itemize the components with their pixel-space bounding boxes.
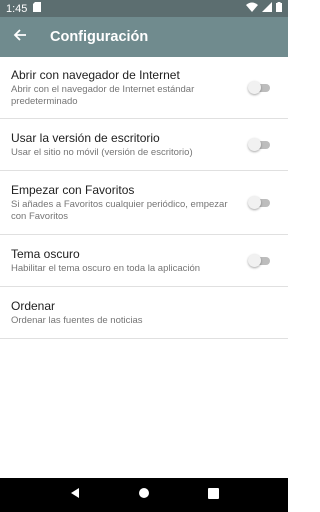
arrow-back-icon (13, 28, 27, 47)
nav-back-button[interactable] (63, 483, 87, 507)
open-browser-toggle[interactable] (248, 80, 270, 94)
toggle-thumb (248, 253, 261, 267)
toggle-thumb (248, 195, 261, 209)
start-favorites-toggle[interactable] (248, 195, 270, 209)
setting-desktop-version[interactable]: Usar la versión de escritorio Usar el si… (0, 119, 288, 171)
setting-summary: Usar el sitio no móvil (versión de escri… (11, 146, 193, 158)
setting-dark-theme[interactable]: Tema oscuro Habilitar el tema oscuro en … (0, 235, 288, 287)
status-bar: 1:45 (0, 0, 288, 17)
setting-summary: Ordenar las fuentes de noticias (11, 314, 143, 326)
setting-title: Ordenar (11, 298, 56, 313)
navigation-bar (0, 478, 288, 512)
setting-title: Empezar con Favoritos (11, 182, 135, 197)
home-circle-icon (138, 486, 150, 504)
page-title: Configuración (50, 29, 149, 45)
nav-home-button[interactable] (132, 483, 156, 507)
status-time: 1:45 (6, 2, 28, 15)
setting-title: Tema oscuro (11, 246, 80, 261)
desktop-version-toggle[interactable] (248, 137, 270, 151)
setting-summary: Habilitar el tema oscuro en toda la apli… (11, 262, 201, 274)
wifi-icon (246, 2, 258, 15)
setting-title: Usar la versión de escritorio (11, 130, 160, 145)
toggle-thumb (248, 80, 261, 94)
app-bar: Configuración (0, 17, 288, 57)
triangle-back-icon (69, 486, 81, 504)
sd-card-icon (33, 2, 42, 15)
toggle-thumb (248, 137, 261, 151)
setting-open-browser[interactable]: Abrir con navegador de Internet Abrir co… (0, 57, 288, 119)
battery-icon (276, 2, 282, 15)
setting-sort-sources[interactable]: Ordenar Ordenar las fuentes de noticias (0, 287, 288, 339)
recents-square-icon (207, 486, 219, 504)
nav-recents-button[interactable] (201, 483, 225, 507)
setting-summary: Si añades a Favoritos cualquier periódic… (11, 198, 228, 222)
back-button[interactable] (0, 17, 40, 57)
signal-icon (262, 2, 272, 15)
settings-list: Abrir con navegador de Internet Abrir co… (0, 57, 288, 339)
setting-title: Abrir con navegador de Internet (11, 67, 180, 82)
setting-summary: Abrir con el navegador de Internet están… (11, 83, 195, 107)
dark-theme-toggle[interactable] (248, 253, 270, 267)
setting-start-favorites[interactable]: Empezar con Favoritos Si añades a Favori… (0, 171, 288, 235)
